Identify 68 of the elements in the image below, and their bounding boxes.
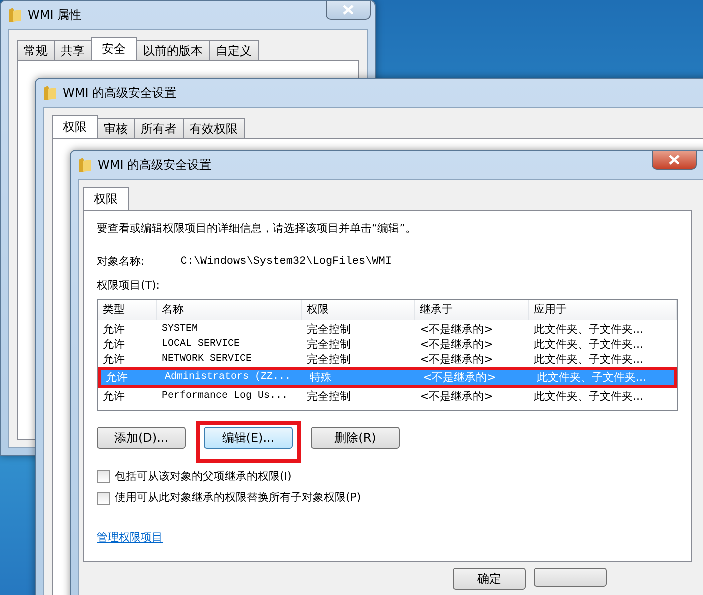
- close-button[interactable]: [326, 1, 371, 20]
- table-cell-text: <不是继承的>: [422, 370, 498, 385]
- close-icon: [343, 5, 354, 15]
- field-label: 权限项目(T):: [97, 278, 162, 294]
- table-row[interactable]: 允许 SYSTEM 完全控制 <不是继承的> 此文件夹、子文件夹...: [98, 322, 677, 337]
- table-row[interactable]: 允许 LOCAL SERVICE 完全控制 <不是继承的> 此文件夹、子文件夹...: [98, 337, 677, 352]
- cancel-button[interactable]: [534, 568, 607, 587]
- tab[interactable]: 常规: [17, 40, 55, 60]
- table-cell-text: 此文件夹、子文件夹...: [533, 322, 644, 337]
- checkbox[interactable]: [97, 492, 110, 505]
- table-cell-text: 完全控制: [306, 389, 352, 404]
- table-cell-text: SYSTEM: [161, 323, 200, 337]
- table-cell-text: <不是继承的>: [419, 322, 494, 337]
- manage-link[interactable]: 管理权限项目: [97, 530, 163, 546]
- checkbox-label: 包括可从该对象的父项继承的权限(I): [115, 468, 292, 484]
- field-label: 对象名称:: [97, 254, 145, 270]
- column-header[interactable]: 类型: [98, 300, 157, 320]
- tab[interactable]: 审核: [97, 118, 135, 138]
- table-cell-text: Performance Log Us...: [161, 390, 290, 404]
- column-header[interactable]: 继承于: [415, 300, 529, 320]
- table-cell-text: 完全控制: [306, 337, 352, 352]
- table-cell-text: 允许: [102, 352, 126, 367]
- action-button[interactable]: 编辑(E)...: [204, 426, 293, 448]
- tab[interactable]: 所有者: [134, 118, 184, 138]
- tab[interactable]: 自定义: [209, 40, 259, 60]
- action-button[interactable]: 添加(D)...: [97, 426, 186, 448]
- table-cell-text: 此文件夹、子文件夹...: [533, 352, 644, 367]
- tab[interactable]: 权限: [52, 115, 98, 138]
- table-cell-text: 允许: [102, 389, 126, 404]
- close-button[interactable]: [652, 151, 697, 170]
- table-cell-text: <不是继承的>: [419, 389, 494, 404]
- tab[interactable]: 以前的版本: [136, 40, 210, 60]
- checkbox[interactable]: [97, 470, 110, 484]
- table-cell-text: <不是继承的>: [419, 352, 494, 367]
- table-cell-text: 完全控制: [306, 322, 352, 337]
- checkbox-label: 使用可从此对象继承的权限替换所有子对象权限(P): [115, 490, 362, 506]
- action-button[interactable]: 删除(R): [311, 426, 400, 448]
- table-row[interactable]: 允许 NETWORK SERVICE 完全控制 <不是继承的> 此文件夹、子文件夹...: [98, 352, 677, 367]
- table-cell-text: <不是继承的>: [419, 337, 494, 352]
- tab[interactable]: 共享: [54, 40, 92, 60]
- table-cell-text: 此文件夹、子文件夹...: [536, 370, 648, 385]
- window-title: WMI 属性: [28, 7, 82, 24]
- table-cell-text: 此文件夹、子文件夹...: [533, 337, 644, 352]
- ok-button[interactable]: 确定: [453, 568, 526, 590]
- table-cell-text: 允许: [102, 337, 126, 352]
- table-cell-text: 特殊: [309, 370, 333, 385]
- table-cell-text: LOCAL SERVICE: [161, 338, 242, 352]
- table-row[interactable]: 允许 Performance Log Us... 完全控制 <不是继承的> 此文件夹、子文件夹...: [98, 389, 677, 404]
- table-cell-text: 允许: [105, 370, 129, 385]
- column-header[interactable]: 权限: [302, 300, 415, 320]
- column-header[interactable]: 应用于: [529, 300, 677, 320]
- tab[interactable]: 有效权限: [183, 118, 245, 138]
- object-path: C:\Windows\System32\LogFiles\WMI: [180, 254, 392, 270]
- folder-icon: [8, 7, 22, 23]
- column-header[interactable]: 名称: [157, 300, 302, 320]
- window-title: WMI 的高级安全设置: [98, 157, 212, 174]
- tab[interactable]: 安全: [91, 37, 137, 60]
- close-icon: [669, 155, 680, 165]
- table-cell-text: Administrators (ZZ...: [164, 370, 292, 385]
- tab[interactable]: 权限: [83, 187, 129, 210]
- table-cell-text: 此文件夹、子文件夹...: [533, 389, 644, 404]
- folder-icon: [78, 157, 92, 173]
- folder-icon: [43, 85, 57, 101]
- instruction-text: 要查看或编辑权限项目的详细信息，请选择该项目并单击“编辑”。: [97, 221, 418, 237]
- table-cell-text: 允许: [102, 322, 126, 337]
- window-title: WMI 的高级安全设置: [63, 85, 177, 102]
- table-cell-text: 完全控制: [306, 352, 352, 367]
- table-cell-text: NETWORK SERVICE: [161, 353, 254, 367]
